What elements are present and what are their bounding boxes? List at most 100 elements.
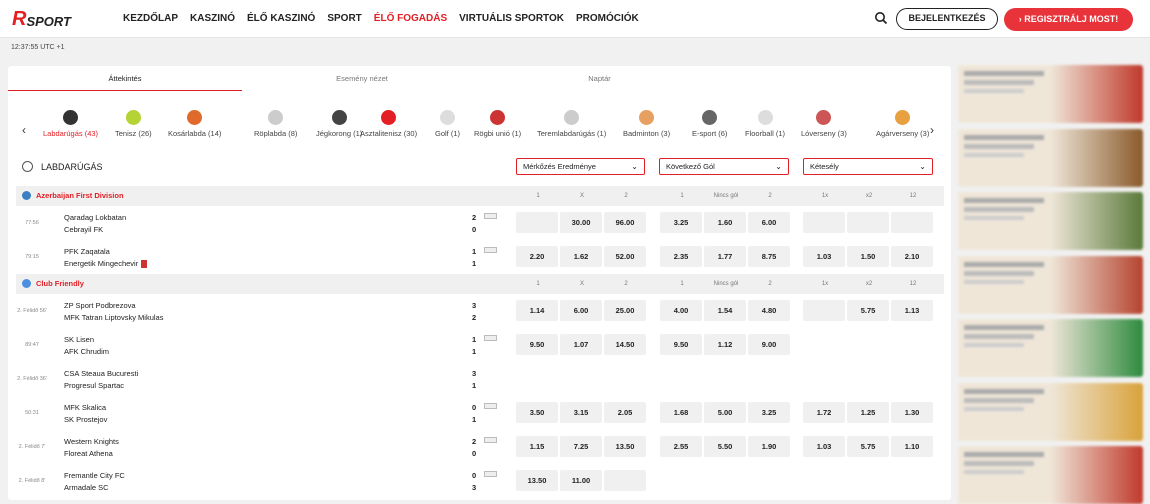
stats-icon[interactable] — [484, 247, 497, 253]
away-team[interactable]: Armadale SC — [64, 483, 109, 492]
stats-icon[interactable] — [484, 471, 497, 477]
odds-button[interactable]: 2.05 — [604, 402, 646, 423]
odds-button[interactable]: 2.10 — [891, 246, 933, 267]
odds-button[interactable] — [803, 300, 845, 321]
odds-button[interactable]: 96.00 — [604, 212, 646, 233]
market-dropdown[interactable]: Kétesély ⌄ — [803, 158, 933, 175]
odds-button[interactable]: 3.15 — [560, 402, 602, 423]
sport-item[interactable]: Lóverseny (3) — [801, 110, 847, 138]
odds-button[interactable]: 11.00 — [560, 470, 602, 491]
odds-button[interactable]: 1.12 — [704, 334, 746, 355]
sport-item[interactable]: Badminton (3) — [623, 110, 670, 138]
home-team[interactable]: Qaradag Lokbatan — [64, 213, 126, 222]
odds-button[interactable]: 5.75 — [847, 436, 889, 457]
odds-button[interactable]: 1.03 — [803, 246, 845, 267]
odds-button[interactable]: 3.50 — [516, 402, 558, 423]
away-team[interactable]: Floreat Athena — [64, 449, 113, 458]
promo-banner[interactable] — [958, 128, 1143, 187]
promo-banner[interactable] — [958, 319, 1143, 377]
odds-button[interactable]: 25.00 — [604, 300, 646, 321]
nav-item[interactable]: SPORT — [327, 13, 361, 24]
away-team[interactable]: Energetik Mingechevir — [64, 259, 148, 269]
odds-button[interactable]: 5.75 — [847, 300, 889, 321]
odds-button[interactable]: 4.80 — [748, 300, 790, 321]
sport-item[interactable]: Röplabda (8) — [254, 110, 297, 138]
odds-button[interactable]: 9.00 — [748, 334, 790, 355]
match-row[interactable]: 2. Félidő 7' Western Knights Floreat Athen… — [16, 430, 944, 464]
odds-button[interactable]: 2.55 — [660, 436, 702, 457]
promo-banner[interactable] — [958, 255, 1143, 314]
nav-item[interactable]: KEZDŐLAP — [123, 13, 178, 24]
tab-2[interactable]: Naptár — [482, 66, 717, 91]
sport-item[interactable]: Golf (1) — [435, 110, 460, 138]
odds-button[interactable]: 6.00 — [560, 300, 602, 321]
odds-button[interactable]: 3.25 — [748, 402, 790, 423]
search-icon[interactable] — [874, 11, 888, 25]
home-team[interactable]: MFK Skalica — [64, 403, 106, 412]
odds-button[interactable]: 1.15 — [516, 436, 558, 457]
sport-item[interactable]: E-sport (6) — [692, 110, 727, 138]
rosport-logo[interactable]: R SPORT — [12, 8, 71, 30]
odds-button[interactable]: 7.25 — [560, 436, 602, 457]
sport-item[interactable]: Tenisz (26) — [115, 110, 152, 138]
match-row[interactable]: 79:15 PFK Zaqatala Energetik Mingechevir 1 1… — [16, 240, 944, 274]
home-team[interactable]: CSA Steaua Bucuresti — [64, 369, 138, 378]
nav-item[interactable]: ÉLŐ KASZINÓ — [247, 13, 315, 24]
market-dropdown[interactable]: Mérkőzés Eredménye ⌄ — [516, 158, 645, 175]
odds-button[interactable]: 2.20 — [516, 246, 558, 267]
odds-button[interactable] — [847, 212, 889, 233]
odds-button[interactable]: 5.00 — [704, 402, 746, 423]
odds-button[interactable]: 52.00 — [604, 246, 646, 267]
odds-button[interactable]: 1.62 — [560, 246, 602, 267]
odds-button[interactable]: 1.68 — [660, 402, 702, 423]
sport-item[interactable]: Floorball (1) — [745, 110, 785, 138]
match-row[interactable]: 2. Félidő 36' CSA Steaua Bucuresti Progres… — [16, 362, 944, 396]
odds-button[interactable]: 5.50 — [704, 436, 746, 457]
league-header[interactable]: Azerbaijan First Division 1 X 2 1 Nincs gól 2 1… — [16, 186, 944, 206]
odds-button[interactable]: 4.00 — [660, 300, 702, 321]
tab-0[interactable]: Áttekintés — [8, 66, 242, 91]
nav-item[interactable]: PROMÓCIÓK — [576, 13, 639, 24]
market-dropdown[interactable]: Következő Gól ⌄ — [659, 158, 789, 175]
match-row[interactable]: 2. Félidő 8' Fremantle City FC Armadale SC… — [16, 464, 944, 498]
chevron-right-icon[interactable]: › — [930, 123, 934, 137]
odds-button[interactable]: 2.35 — [660, 246, 702, 267]
odds-button[interactable]: 1.50 — [847, 246, 889, 267]
odds-button[interactable] — [516, 212, 558, 233]
nav-item[interactable]: KASZINÓ — [190, 13, 235, 24]
promo-banner[interactable] — [958, 446, 1143, 504]
promo-banner[interactable] — [958, 65, 1143, 123]
odds-button[interactable]: 1.10 — [891, 436, 933, 457]
home-team[interactable]: SK Lisen — [64, 335, 94, 344]
odds-button[interactable]: 9.50 — [516, 334, 558, 355]
sport-item[interactable]: Teremlabdarúgás (1) — [537, 110, 606, 138]
nav-item[interactable]: VIRTUÁLIS SPORTOK — [459, 13, 564, 24]
register-button[interactable]: › REGISZTRÁLJ MOST! — [1004, 8, 1133, 31]
stats-icon[interactable] — [484, 213, 497, 219]
odds-button[interactable] — [803, 212, 845, 233]
home-team[interactable]: Western Knights — [64, 437, 119, 446]
odds-button[interactable]: 1.13 — [891, 300, 933, 321]
sport-item[interactable]: Kosárlabda (14) — [168, 110, 221, 138]
league-header[interactable]: Club Friendly 1 X 2 1 Nincs gól 2 1x x2 12 — [16, 274, 944, 294]
odds-button[interactable]: 13.50 — [516, 470, 558, 491]
odds-button[interactable]: 6.00 — [748, 212, 790, 233]
stats-icon[interactable] — [484, 403, 497, 409]
away-team[interactable]: MFK Tatran Liptovsky Mikulas — [64, 313, 163, 322]
odds-button[interactable]: 1.14 — [516, 300, 558, 321]
home-team[interactable]: Fremantle City FC — [64, 471, 125, 480]
away-team[interactable]: Progresul Spartac — [64, 381, 124, 390]
odds-button[interactable]: 1.77 — [704, 246, 746, 267]
stats-icon[interactable] — [484, 335, 497, 341]
odds-button[interactable]: 1.30 — [891, 402, 933, 423]
away-team[interactable]: SK Prostejov — [64, 415, 107, 424]
home-team[interactable]: PFK Zaqatala — [64, 247, 110, 256]
promo-banner[interactable] — [958, 192, 1143, 250]
promo-banner[interactable] — [958, 382, 1143, 441]
odds-button[interactable]: 1.90 — [748, 436, 790, 457]
odds-button[interactable]: 9.50 — [660, 334, 702, 355]
odds-button[interactable]: 8.75 — [748, 246, 790, 267]
odds-button[interactable]: 1.54 — [704, 300, 746, 321]
odds-button[interactable]: 1.07 — [560, 334, 602, 355]
match-row[interactable]: 2. Félidő 56' ZP Sport Podbrezova MFK Tatr… — [16, 294, 944, 328]
